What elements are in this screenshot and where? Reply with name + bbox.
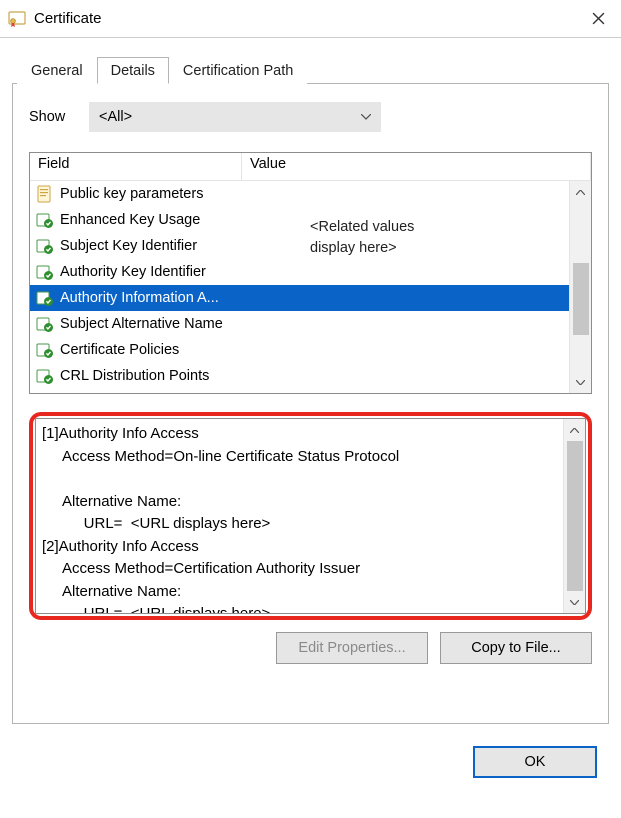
scrollbar-track[interactable] [570,203,592,371]
tab-general[interactable]: General [17,57,97,84]
field-label: Certificate Policies [60,342,179,358]
scroll-down-icon[interactable] [564,591,586,613]
close-button[interactable] [575,0,621,38]
detail-highlight: [1]Authority Info Access Access Method=O… [29,412,592,620]
tab-details[interactable]: Details [97,57,169,84]
scrollbar-track[interactable] [564,441,586,591]
copy-to-file-button[interactable]: Copy to File... [440,632,592,664]
field-label: CRL Distribution Points [60,368,209,384]
ok-button[interactable]: OK [473,746,597,778]
show-dropdown-value: <All> [99,109,132,125]
fields-scrollbar[interactable] [569,181,591,393]
titlebar: Certificate [0,0,621,38]
field-row[interactable]: Authority Information A... [30,285,569,311]
tab-body-details: Show <All> Field Value Public key parame… [12,84,609,724]
field-label: Subject Key Identifier [60,238,197,254]
extension-icon [36,211,54,229]
button-row: Edit Properties... Copy to File... [29,632,592,664]
extension-icon [36,367,54,385]
field-row[interactable]: Authority Key Identifier [30,259,569,285]
extension-icon [36,315,54,333]
field-label: Subject Alternative Name [60,316,223,332]
close-icon [592,12,605,25]
field-row[interactable]: Subject Key Identifier [30,233,569,259]
column-header-value[interactable]: Value [242,153,591,181]
field-row[interactable]: CRL Distribution Points [30,363,569,389]
detail-text[interactable]: [1]Authority Info Access Access Method=O… [36,419,563,613]
field-label: Enhanced Key Usage [60,212,200,228]
detail-box: [1]Authority Info Access Access Method=O… [35,418,586,614]
field-label: Public key parameters [60,186,203,202]
extension-icon [36,263,54,281]
certificate-icon [8,10,26,28]
fields-list-header: Field Value [30,153,591,181]
field-row[interactable]: Enhanced Key Usage [30,207,569,233]
extension-icon [36,237,54,255]
extension-icon [36,341,54,359]
document-icon [36,185,54,203]
field-label: Authority Key Identifier [60,264,206,280]
detail-scrollbar[interactable] [563,419,585,613]
field-row[interactable]: Subject Alternative Name [30,311,569,337]
scroll-up-icon[interactable] [564,419,586,441]
show-dropdown[interactable]: <All> [89,102,381,132]
edit-properties-button: Edit Properties... [276,632,428,664]
field-row[interactable]: Public key parameters [30,181,569,207]
scrollbar-thumb[interactable] [567,441,583,591]
field-label: Authority Information A... [60,290,219,306]
field-row[interactable]: Certificate Policies [30,337,569,363]
tab-strip: General Details Certification Path [12,48,609,84]
dialog-footer: OK [12,724,609,790]
show-label: Show [29,109,89,125]
fields-list: Field Value Public key parameters Enhance… [29,152,592,394]
chevron-down-icon [361,112,371,123]
scroll-down-icon[interactable] [570,371,592,393]
extension-icon [36,289,54,307]
show-row: Show <All> [29,102,592,132]
tab-certification-path[interactable]: Certification Path [169,57,307,84]
column-header-field[interactable]: Field [30,153,242,181]
scrollbar-thumb[interactable] [573,263,589,335]
scroll-up-icon[interactable] [570,181,592,203]
window-title: Certificate [34,10,575,27]
